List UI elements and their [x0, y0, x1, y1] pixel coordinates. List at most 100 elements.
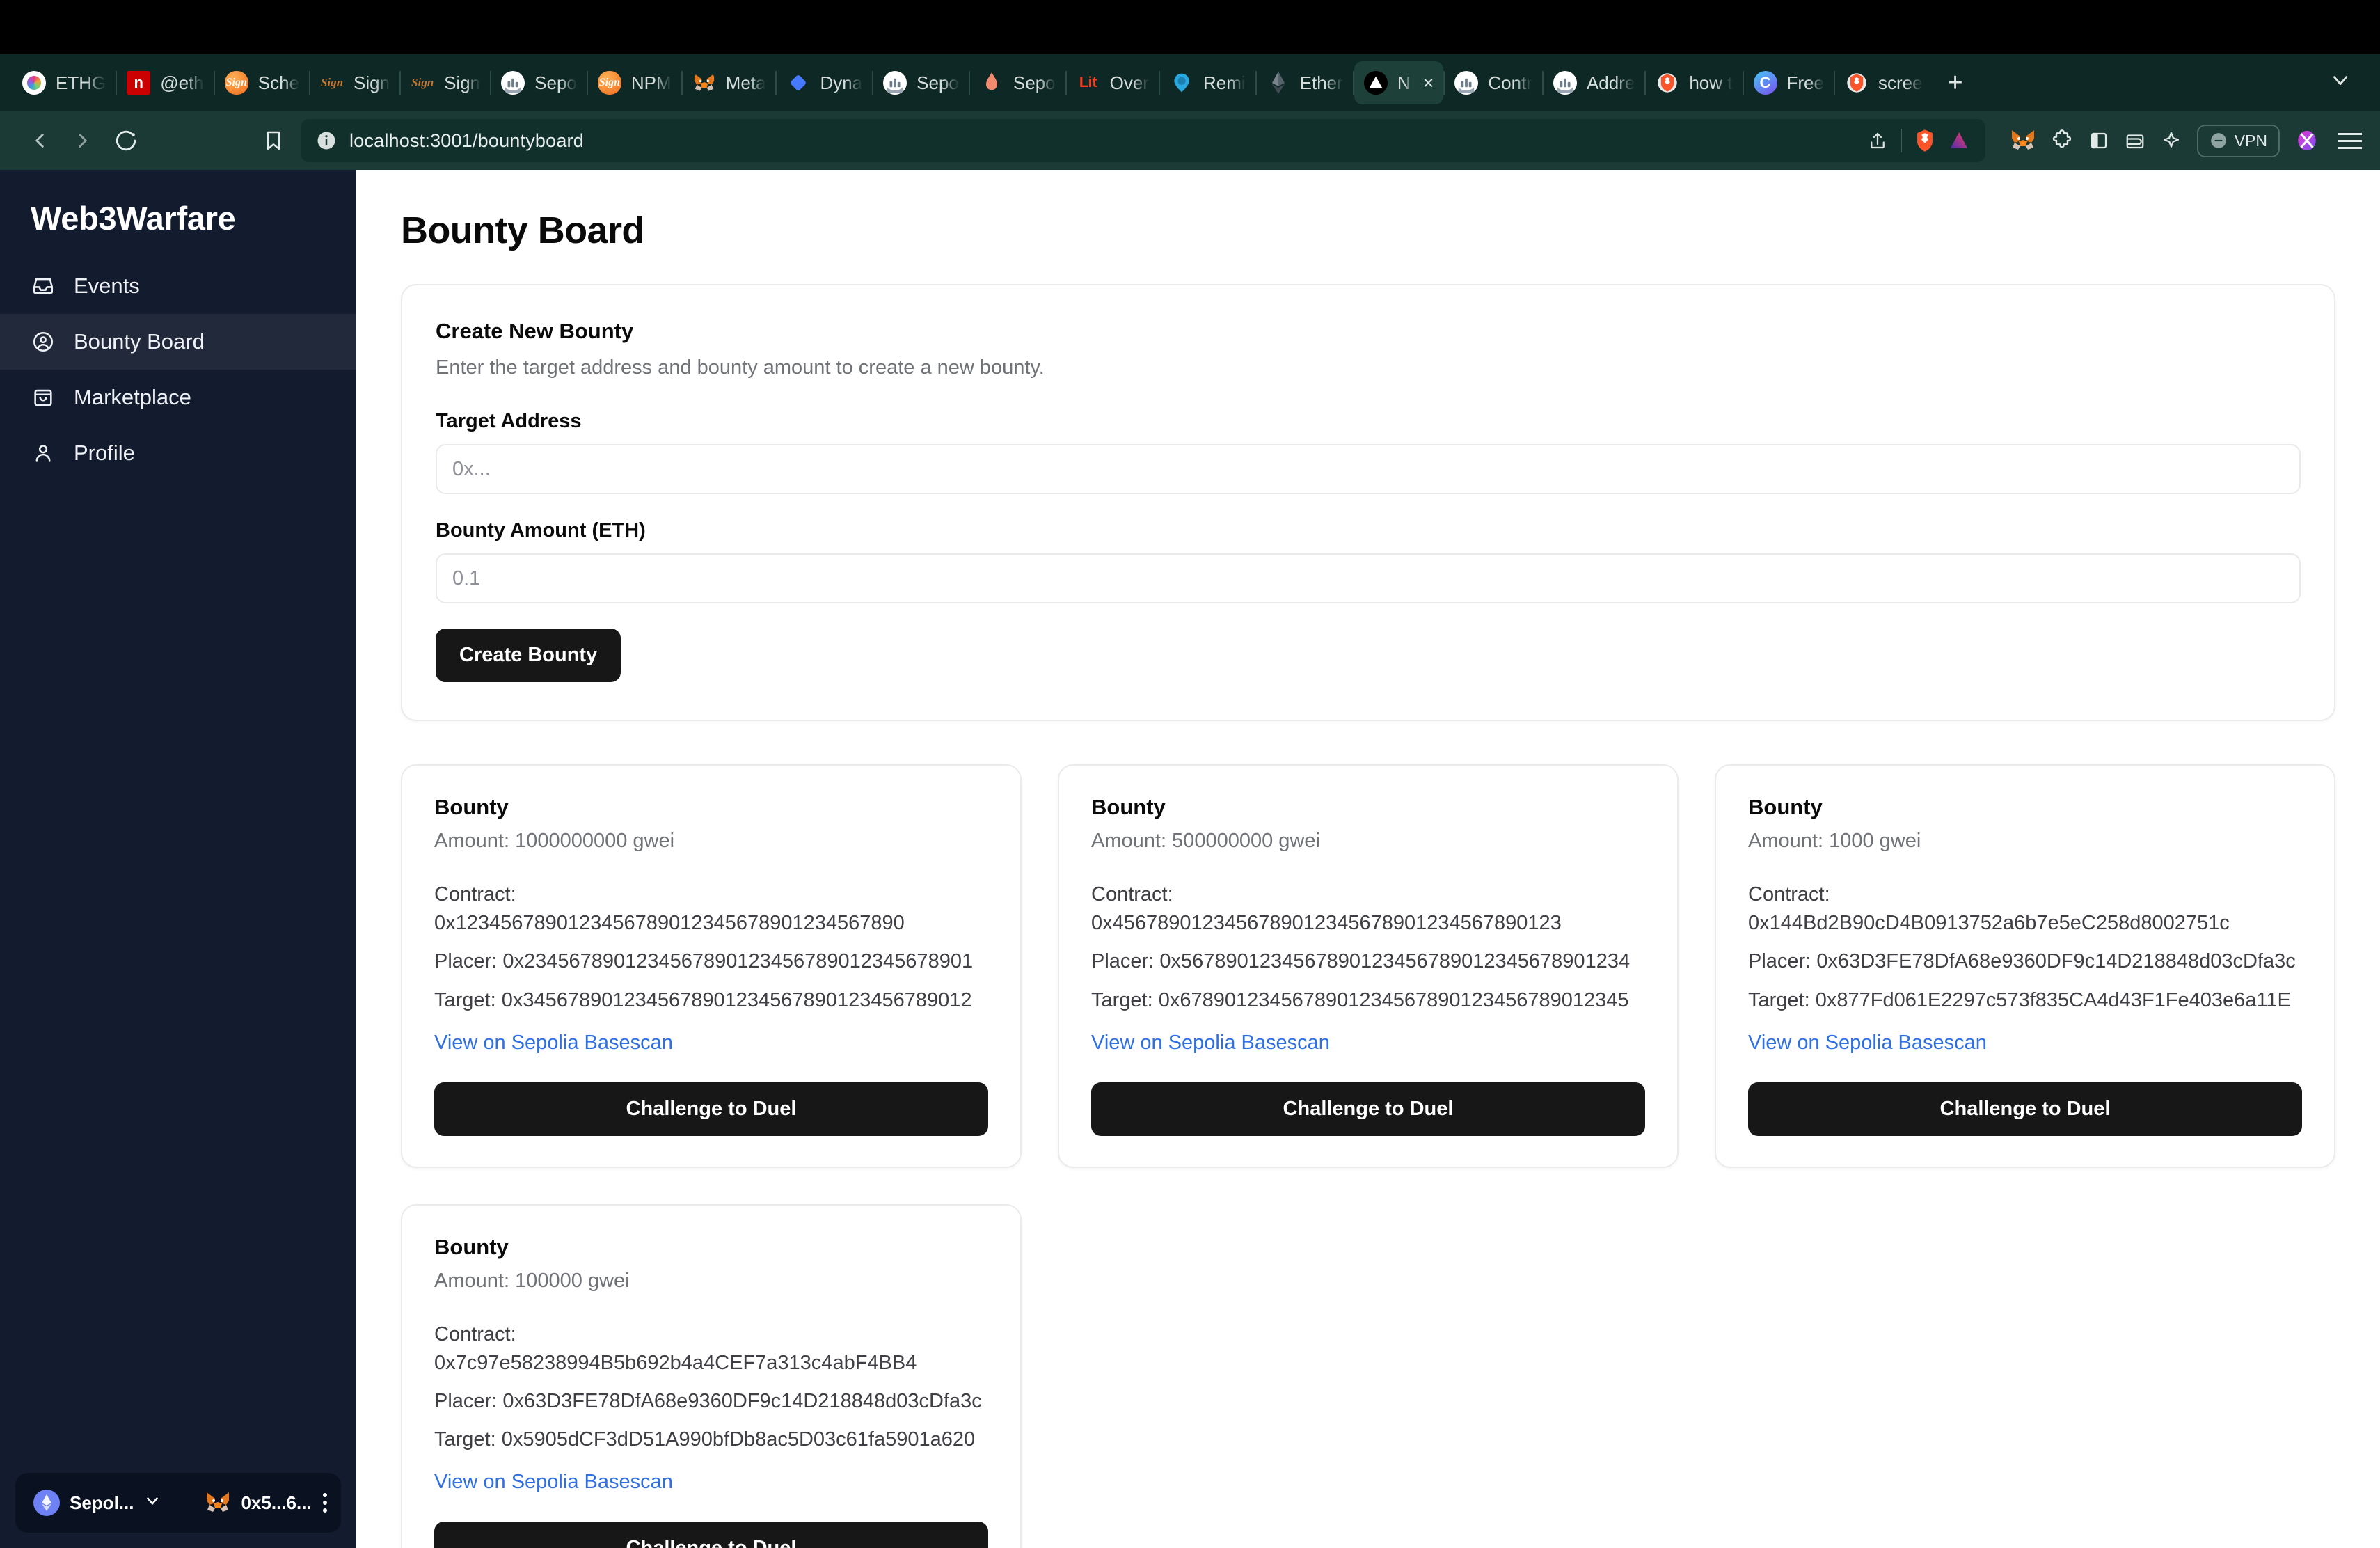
brave-rewards-icon[interactable] [1948, 129, 1970, 152]
bounty-target: Target: 0x345678901234567890123456789012… [434, 988, 972, 1011]
etherscan-icon [1267, 71, 1290, 95]
browser-tab[interactable]: ETHG [13, 61, 116, 104]
basescan-icon [1454, 71, 1479, 95]
browser-tab[interactable]: Meta [683, 61, 776, 104]
wallet-icon[interactable] [2125, 130, 2145, 151]
reload-icon[interactable] [104, 119, 148, 162]
bounty-amount: Amount: 1000 gwei [1748, 830, 1921, 852]
browser-tab[interactable]: Addre [1544, 61, 1644, 104]
sidebar-item-label: Marketplace [74, 385, 191, 409]
browser-tab-label: Sign [354, 72, 390, 93]
challenge-to-duel-button[interactable]: Challenge to Duel [434, 1522, 988, 1548]
network-selector[interactable]: Sepol... [33, 1490, 161, 1516]
browser-tab-label: Sign [444, 72, 481, 93]
challenge-to-duel-button[interactable]: Challenge to Duel [434, 1082, 988, 1136]
browser-tab[interactable]: scree [1835, 61, 1933, 104]
profile-icon[interactable] [2295, 129, 2319, 152]
metamask-icon [692, 71, 716, 95]
sepolia-faucet-icon [980, 71, 1003, 95]
view-on-explorer-link[interactable]: View on Sepolia Basescan [434, 1032, 988, 1055]
target-address-input[interactable] [436, 444, 2301, 494]
browser-tab-label: Ether [1299, 72, 1343, 93]
sidebar-item-bounty-board[interactable]: Bounty Board [0, 314, 356, 370]
view-on-explorer-link[interactable]: View on Sepolia Basescan [434, 1471, 988, 1494]
dynamic-icon [786, 71, 810, 95]
browser-tab[interactable]: how t [1646, 61, 1742, 104]
browser-tab-label: Contr [1488, 72, 1532, 93]
sidebar-item-marketplace[interactable]: Marketplace [0, 370, 356, 425]
browser-tab-label: Sepo [917, 72, 959, 93]
site-info-icon[interactable] [316, 130, 337, 151]
browser-tab[interactable]: Dyna [777, 61, 872, 104]
vpn-label: VPN [2234, 131, 2267, 150]
create-bounty-button[interactable]: Create Bounty [436, 629, 621, 682]
new-tab-button[interactable]: + [1933, 70, 1978, 96]
bounty-amount-input[interactable] [436, 553, 2301, 603]
share-icon[interactable] [1867, 130, 1888, 151]
sidebar-item-profile[interactable]: Profile [0, 425, 356, 481]
browser-tab[interactable]: Lit Over [1067, 61, 1159, 104]
brave-shields-icon[interactable] [1914, 129, 1935, 152]
bounty-contract: Contract: 0x144Bd2B90cD4B0913752a6b7e5eC2… [1748, 880, 2302, 938]
browser-tab[interactable]: Ether [1257, 61, 1353, 104]
view-on-explorer-link[interactable]: View on Sepolia Basescan [1091, 1032, 1645, 1055]
bounty-contract-label: Contract: [1091, 883, 1173, 906]
browser-tab-label: Sepo [1013, 72, 1056, 93]
sidebar-icon[interactable] [2088, 130, 2109, 151]
browser-tab-label: Meta [725, 72, 766, 93]
menu-icon[interactable] [2334, 132, 2362, 149]
bounty-title: Bounty [434, 795, 509, 819]
browser-tab[interactable]: Sepo [491, 61, 587, 104]
person-icon [31, 441, 56, 466]
vpn-toggle[interactable]: VPN [2196, 124, 2280, 157]
target-address-label: Target Address [436, 410, 582, 432]
browser-tab[interactable]: Contr [1445, 61, 1542, 104]
bounty-amount: Amount: 500000000 gwei [1091, 830, 1320, 852]
challenge-to-duel-button[interactable]: Challenge to Duel [1091, 1082, 1645, 1136]
tab-list-button[interactable] [2329, 68, 2367, 97]
basescan-icon [1553, 71, 1577, 95]
url-bar[interactable]: localhost:3001/bountyboard [301, 119, 1985, 162]
browser-tab[interactable]: N × [1354, 61, 1444, 104]
browser-tab[interactable]: Sign Sign [310, 61, 399, 104]
view-on-explorer-link[interactable]: View on Sepolia Basescan [1748, 1032, 2302, 1055]
browser-tab[interactable]: Sign NPM [588, 61, 681, 104]
bounty-card: Bounty Amount: 100000 gwei Contract: 0x7c97… [401, 1203, 1022, 1548]
bounty-contract-value: 0x12345678901234567890123456789012345678… [434, 912, 905, 935]
browser-tab-label: Sepo [534, 72, 577, 93]
leo-ai-icon[interactable] [2161, 130, 2182, 151]
basescan-icon [883, 71, 907, 95]
challenge-to-duel-button[interactable]: Challenge to Duel [1748, 1082, 2302, 1136]
browser-tab[interactable]: n @eth [117, 61, 214, 104]
browser-tab[interactable]: Sign Sign [401, 61, 490, 104]
bounty-placer: Placer: 0x234567890123456789012345678901… [434, 950, 974, 973]
create-bounty-card: Create New Bounty Enter the target addre… [401, 284, 2335, 721]
back-icon[interactable] [18, 119, 61, 162]
forward-icon[interactable] [61, 119, 104, 162]
account-selector[interactable]: 0x5...6... [205, 1491, 312, 1515]
create-bounty-subtitle: Enter the target address and bounty amou… [436, 356, 1045, 379]
bookmark-icon[interactable] [252, 119, 295, 162]
browser-tab-label: ETHG [56, 72, 106, 93]
browser-tab[interactable]: Sepo [873, 61, 969, 104]
sidebar-item-events[interactable]: Events [0, 258, 356, 314]
close-icon[interactable]: × [1423, 73, 1434, 93]
target-user-icon [31, 329, 56, 354]
bounty-grid-row-1: Bounty Amount: 1000000000 gwei Contract: 0x… [401, 764, 2335, 1168]
puzzle-extension-icon[interactable] [2051, 129, 2073, 152]
kebab-menu-icon[interactable] [322, 1493, 327, 1513]
account-address: 0x5...6... [241, 1492, 312, 1513]
browser-tab-label: how t [1689, 72, 1733, 93]
browser-tab[interactable]: Remi [1160, 61, 1255, 104]
browser-tab[interactable]: Sepo [970, 61, 1065, 104]
bounty-amount: Amount: 100000 gwei [434, 1269, 630, 1292]
metamask-extension-icon[interactable] [2010, 129, 2036, 152]
bounty-contract-value: 0x45678901234567890123456789012345678901… [1091, 912, 1562, 935]
browser-tab[interactable]: Sign Sche [215, 61, 309, 104]
url-text: localhost:3001/bountyboard [349, 129, 584, 151]
browser-tab[interactable]: C Free [1744, 61, 1834, 104]
browser-tab-label: Dyna [820, 72, 863, 93]
window-titlebar [0, 0, 2380, 54]
browser-tab-label: @eth [160, 72, 204, 93]
sign-plain-icon: Sign [320, 76, 344, 89]
